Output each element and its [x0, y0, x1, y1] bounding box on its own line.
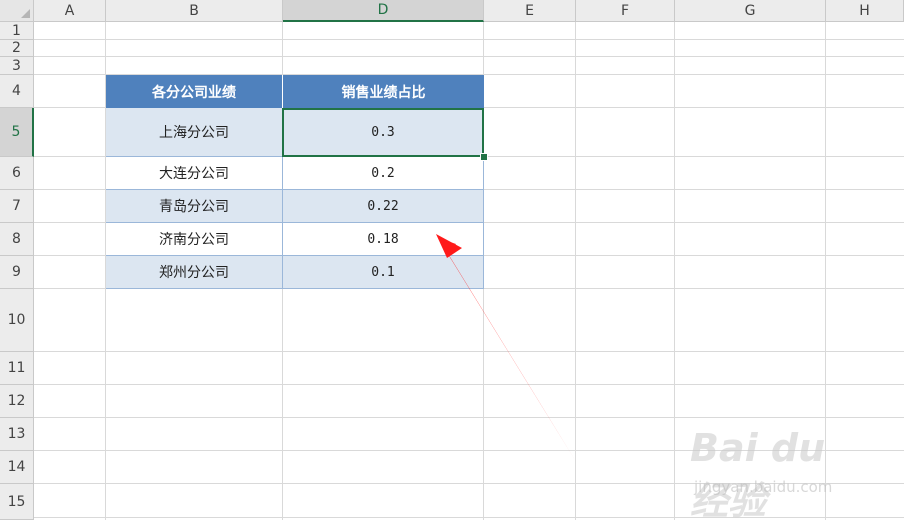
watermark-logo-text: Bai du 经验: [690, 426, 826, 523]
watermark-site: jingyan.baidu.com: [694, 478, 833, 496]
spreadsheet-grid[interactable]: A B D E F G H 1 2 3 4 5 6 7 8 9 10 11 12…: [0, 0, 904, 523]
watermark-logo: Bai du 经验 jingyan.baidu.com: [690, 420, 870, 523]
